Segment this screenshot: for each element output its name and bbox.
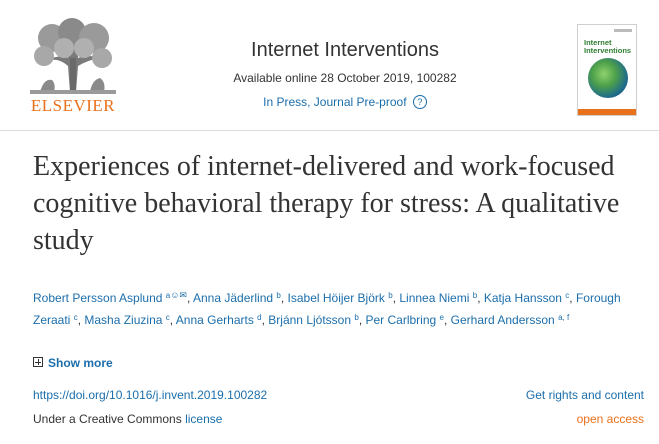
- cover-title: Internet Interventions: [584, 39, 631, 55]
- author-link[interactable]: Gerhard Andersson a, f: [451, 313, 570, 327]
- license-link[interactable]: license: [185, 412, 222, 426]
- open-access-badge: open access: [576, 412, 644, 426]
- author-link[interactable]: Linnea Niemi b: [399, 291, 477, 305]
- author-link[interactable]: Brjánn Ljótsson b: [268, 313, 359, 327]
- author-link[interactable]: Masha Ziuzina c: [84, 313, 169, 327]
- elsevier-tree-icon: [30, 18, 116, 94]
- author-name: Brjánn Ljótsson: [268, 313, 352, 327]
- author-list: Robert Persson Asplund a☺✉, Anna Jäderli…: [33, 286, 645, 330]
- license-prefix: Under a Creative Commons: [33, 412, 186, 426]
- author-link[interactable]: Anna Gerharts d: [176, 313, 262, 327]
- question-circle-icon[interactable]: ?: [412, 95, 427, 109]
- doi-link[interactable]: https://doi.org/10.1016/j.invent.2019.10…: [33, 388, 267, 402]
- author-name: Masha Ziuzina: [84, 313, 163, 327]
- cover-title-line2: Interventions: [584, 46, 632, 55]
- author-link[interactable]: Robert Persson Asplund a☺✉: [33, 290, 187, 305]
- journal-status[interactable]: In Press, Journal Pre-proof ?: [200, 94, 490, 110]
- license-line: Under a Creative Commons license: [33, 412, 222, 426]
- author-name: Isabel Höijer Björk: [287, 291, 385, 305]
- author-name: Linnea Niemi: [399, 291, 470, 305]
- author-link[interactable]: Katja Hansson c: [484, 291, 569, 305]
- show-more-button[interactable]: Show more: [33, 356, 113, 370]
- author-name: Anna Jäderlind: [192, 291, 274, 305]
- cover-bottom-bar: [578, 109, 636, 115]
- author-affiliation: a, f: [558, 313, 570, 322]
- globe-icon: [588, 58, 628, 98]
- journal-info: Internet Interventions Available online …: [200, 38, 490, 110]
- journal-header: ELSEVIER Internet Interventions Availabl…: [0, 0, 659, 131]
- author-name: Katja Hansson: [483, 291, 562, 305]
- author-name: Anna Gerharts: [175, 313, 254, 327]
- elsevier-wordmark: ELSEVIER: [30, 96, 116, 115]
- author-link[interactable]: Isabel Höijer Björk b: [288, 291, 393, 305]
- cover-top-bar: [614, 29, 632, 32]
- availability-text: Available online 28 October 2019, 100282: [233, 71, 457, 85]
- journal-cover-thumbnail[interactable]: Internet Interventions: [577, 24, 637, 116]
- get-rights-link[interactable]: Get rights and content: [526, 388, 644, 402]
- author-link[interactable]: Per Carlbring e: [365, 313, 444, 327]
- author-name: Gerhard Andersson: [450, 313, 555, 327]
- author-name: Per Carlbring: [365, 313, 437, 327]
- journal-title[interactable]: Internet Interventions: [200, 38, 490, 62]
- status-text: In Press, Journal Pre-proof: [263, 95, 407, 109]
- envelope-icon[interactable]: ✉: [179, 286, 187, 305]
- show-more-label: Show more: [48, 356, 113, 370]
- person-icon: ☺: [170, 290, 180, 300]
- plus-box-icon: [33, 357, 43, 367]
- author-link[interactable]: Anna Jäderlind b: [193, 291, 281, 305]
- author-name: Robert Persson Asplund: [33, 291, 163, 305]
- article-title: Experiences of internet-delivered and wo…: [33, 151, 620, 256]
- elsevier-logo[interactable]: ELSEVIER: [30, 18, 116, 116]
